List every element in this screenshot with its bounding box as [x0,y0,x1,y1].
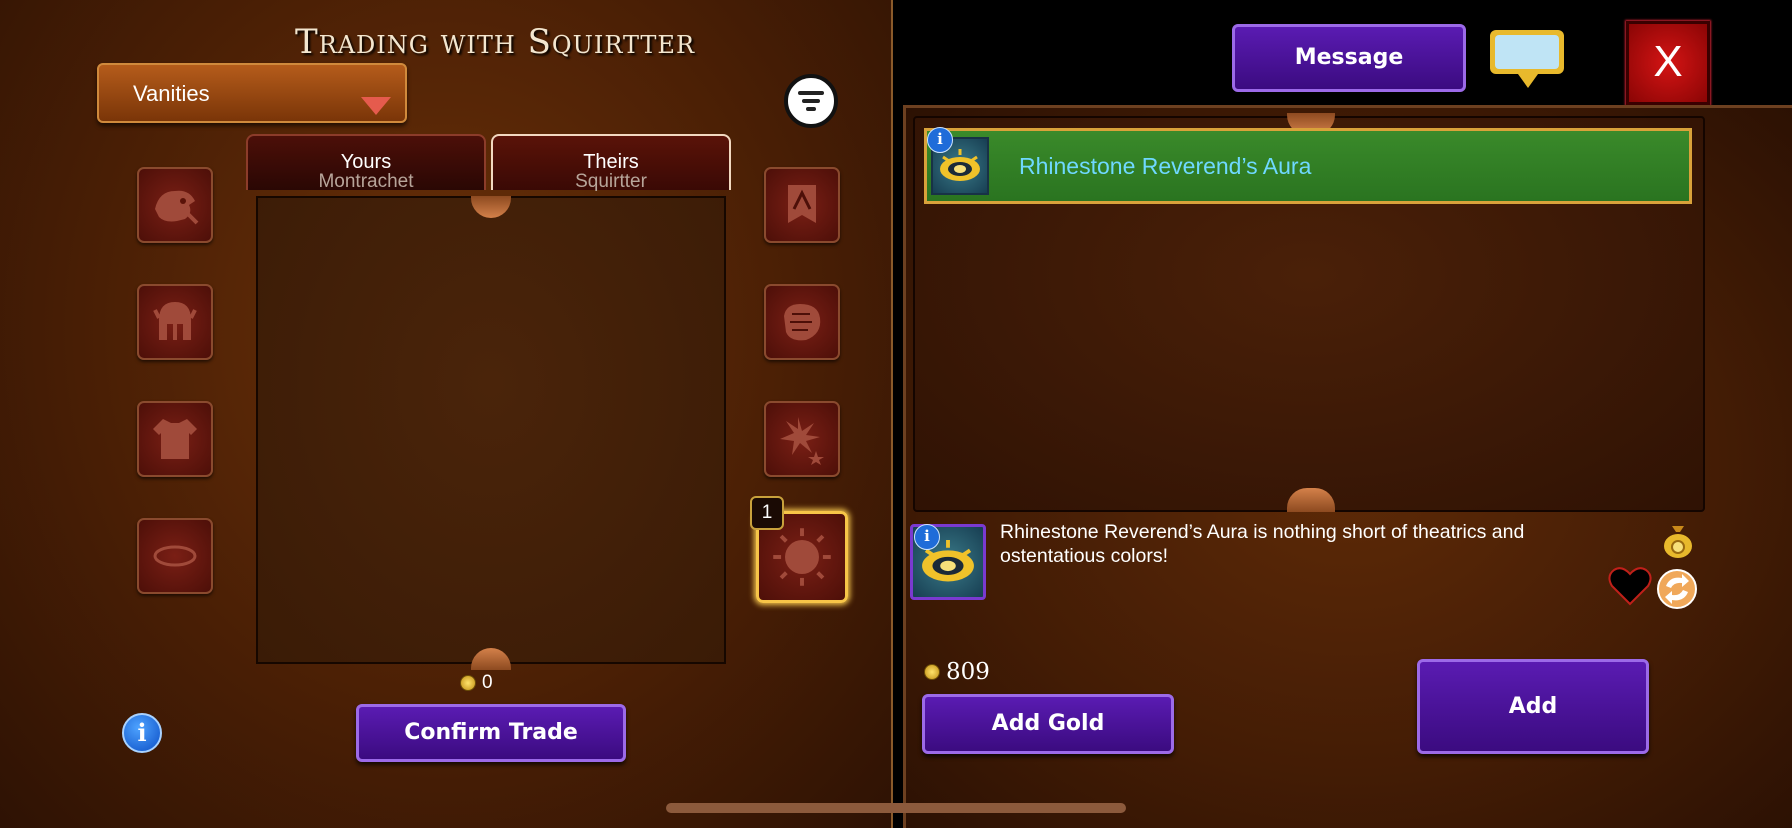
slot-burst[interactable] [764,401,840,477]
category-dropdown[interactable]: Vanities [97,63,407,123]
tab-yours[interactable]: Yours Montrachet [246,134,486,192]
detail-info-icon[interactable]: i [914,524,940,550]
robe-icon [153,419,197,459]
slot-pet[interactable] [137,167,213,243]
pet-icon [155,190,199,225]
tab-theirs-sublabel: Squirtter [575,171,647,192]
tab-theirs[interactable]: Theirs Squirtter [491,134,731,192]
chat-bubble-button[interactable] [1488,28,1564,88]
message-button[interactable]: Message [1232,24,1466,92]
slot-gauntlet[interactable] [764,284,840,360]
swap-icon[interactable] [1656,568,1698,610]
gold-bag-icon[interactable] [1660,520,1696,560]
slot-helmet[interactable] [137,284,213,360]
offered-gold: 0 [460,672,493,694]
info-icon[interactable]: i [927,127,953,153]
add-button[interactable]: Add [1417,659,1649,754]
trade-items-list[interactable] [256,196,726,664]
chevron-down-icon [361,97,391,115]
offered-gold-value: 0 [482,672,493,693]
home-indicator[interactable] [666,803,1126,813]
halo-icon [153,545,197,567]
helmet-icon [153,302,197,340]
coin-icon [460,675,476,691]
item-description: Rhinestone Reverend’s Aura is nothing sh… [1000,521,1525,567]
slot-banner[interactable] [764,167,840,243]
wallet-gold: 809 [924,658,990,685]
list-item-label: Rhinestone Reverend’s Aura [1019,153,1312,179]
sun-aura-icon [773,528,831,586]
info-icon: i [137,718,147,747]
filter-icon [798,91,824,111]
tab-yours-label: Yours [340,151,392,173]
category-dropdown-value: Vanities [133,81,210,106]
gauntlet-icon [784,304,821,341]
trade-panel: Trading with Squirtter Vanities Yours Mo… [0,0,893,828]
close-button[interactable]: X [1626,21,1710,105]
banner-icon [788,185,816,223]
tab-theirs-label: Theirs [583,151,639,173]
filter-button[interactable] [784,74,838,128]
confirm-trade-button[interactable]: Confirm Trade [356,704,626,762]
close-icon: X [1653,37,1683,86]
burst-icon [780,417,824,465]
chat-bubble-icon [1490,30,1564,88]
add-gold-button[interactable]: Add Gold [922,694,1174,754]
slot-robe[interactable] [137,401,213,477]
info-button[interactable]: i [122,713,162,753]
list-item[interactable]: i Rhinestone Reverend’s Aura [924,127,1692,204]
tab-yours-sublabel: Montrachet [318,171,414,192]
wallet-gold-value: 809 [946,659,990,685]
heart-icon[interactable] [1606,566,1654,608]
coin-icon [924,664,940,680]
page-title: Trading with Squirtter [294,22,696,62]
item-count-badge: 1 [750,496,784,530]
slot-halo[interactable] [137,518,213,594]
